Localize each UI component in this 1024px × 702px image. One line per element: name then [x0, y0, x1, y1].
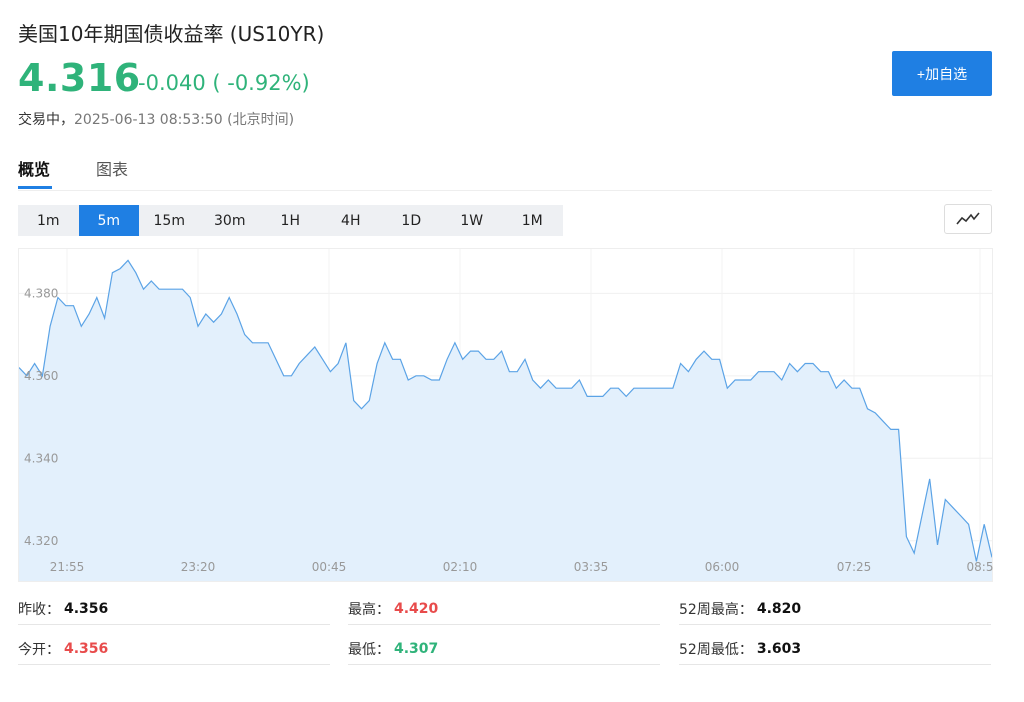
price-chart[interactable]: 4.380 4.360 4.340 4.320 21:55 23:20 00:45 02:10…	[18, 248, 993, 582]
x-tick-label: 06:00	[705, 560, 740, 574]
stat-value: 3.603	[757, 641, 801, 657]
interval-30m[interactable]: 30m	[200, 205, 261, 236]
interval-selector: 1m 5m 15m 30m 1H 4H 1D 1W 1M	[18, 205, 563, 236]
interval-15m[interactable]: 15m	[139, 205, 200, 236]
interval-5m[interactable]: 5m	[79, 205, 140, 236]
x-tick-label: 02:10	[443, 560, 478, 574]
x-tick-label: 23:20	[181, 560, 216, 574]
stat-52w-low: 52周最低：3.603	[679, 634, 991, 665]
stat-label: 52周最低：	[679, 639, 753, 659]
y-tick-label: 4.360	[24, 369, 58, 383]
status-timestamp: 2025-06-13 08:53:50 (北京时间)	[74, 112, 294, 128]
x-tick-label: 00:45	[312, 560, 347, 574]
x-tick-label: 08:5	[967, 560, 993, 574]
page-title: 美国10年期国债收益率 (US10YR)	[18, 18, 324, 47]
stats-row-1: 昨收：4.356 最高：4.420 52周最高：4.820	[18, 594, 992, 634]
stat-52w-high: 52周最高：4.820	[679, 594, 991, 625]
tab-bar: 概览 图表	[18, 150, 992, 191]
stat-label: 今开：	[18, 639, 60, 659]
stat-value: 4.356	[64, 601, 108, 617]
stats-row-2: 今开：4.356 最低：4.307 52周最低：3.603	[18, 634, 992, 674]
stat-value: 4.820	[757, 601, 801, 617]
y-tick-label: 4.380	[24, 286, 58, 300]
tab-chart[interactable]: 图表	[96, 156, 128, 180]
interval-1mo[interactable]: 1M	[502, 205, 563, 236]
stat-prev-close: 昨收：4.356	[18, 594, 330, 625]
chart-type-button[interactable]	[944, 204, 992, 234]
stat-high: 最高：4.420	[348, 594, 660, 625]
trading-status: 交易中，2025-06-13 08:53:50 (北京时间)	[18, 109, 294, 129]
stat-low: 最低：4.307	[348, 634, 660, 665]
status-label: 交易中，	[18, 112, 74, 128]
y-tick-label: 4.340	[24, 451, 58, 465]
price-change: -0.040 ( -0.92%)	[138, 71, 310, 95]
stat-open: 今开：4.356	[18, 634, 330, 665]
stat-label: 最低：	[348, 639, 390, 659]
interval-1d[interactable]: 1D	[381, 205, 442, 236]
interval-1w[interactable]: 1W	[442, 205, 503, 236]
current-price: 4.316	[18, 56, 141, 100]
x-tick-label: 21:55	[50, 560, 85, 574]
y-tick-label: 4.320	[24, 534, 58, 548]
stat-value: 4.420	[394, 601, 438, 617]
interval-1m[interactable]: 1m	[18, 205, 79, 236]
stat-value: 4.307	[394, 641, 438, 657]
x-tick-label: 07:25	[837, 560, 872, 574]
interval-4h[interactable]: 4H	[321, 205, 382, 236]
stat-label: 52周最高：	[679, 599, 753, 619]
x-tick-label: 03:35	[574, 560, 609, 574]
interval-1h[interactable]: 1H	[260, 205, 321, 236]
add-watchlist-button[interactable]: +加自选	[892, 51, 992, 96]
line-chart-icon	[956, 212, 980, 226]
active-tab-indicator	[18, 186, 52, 189]
stat-label: 最高：	[348, 599, 390, 619]
stat-label: 昨收：	[18, 599, 60, 619]
tab-overview[interactable]: 概览	[18, 156, 50, 180]
stat-value: 4.356	[64, 641, 108, 657]
